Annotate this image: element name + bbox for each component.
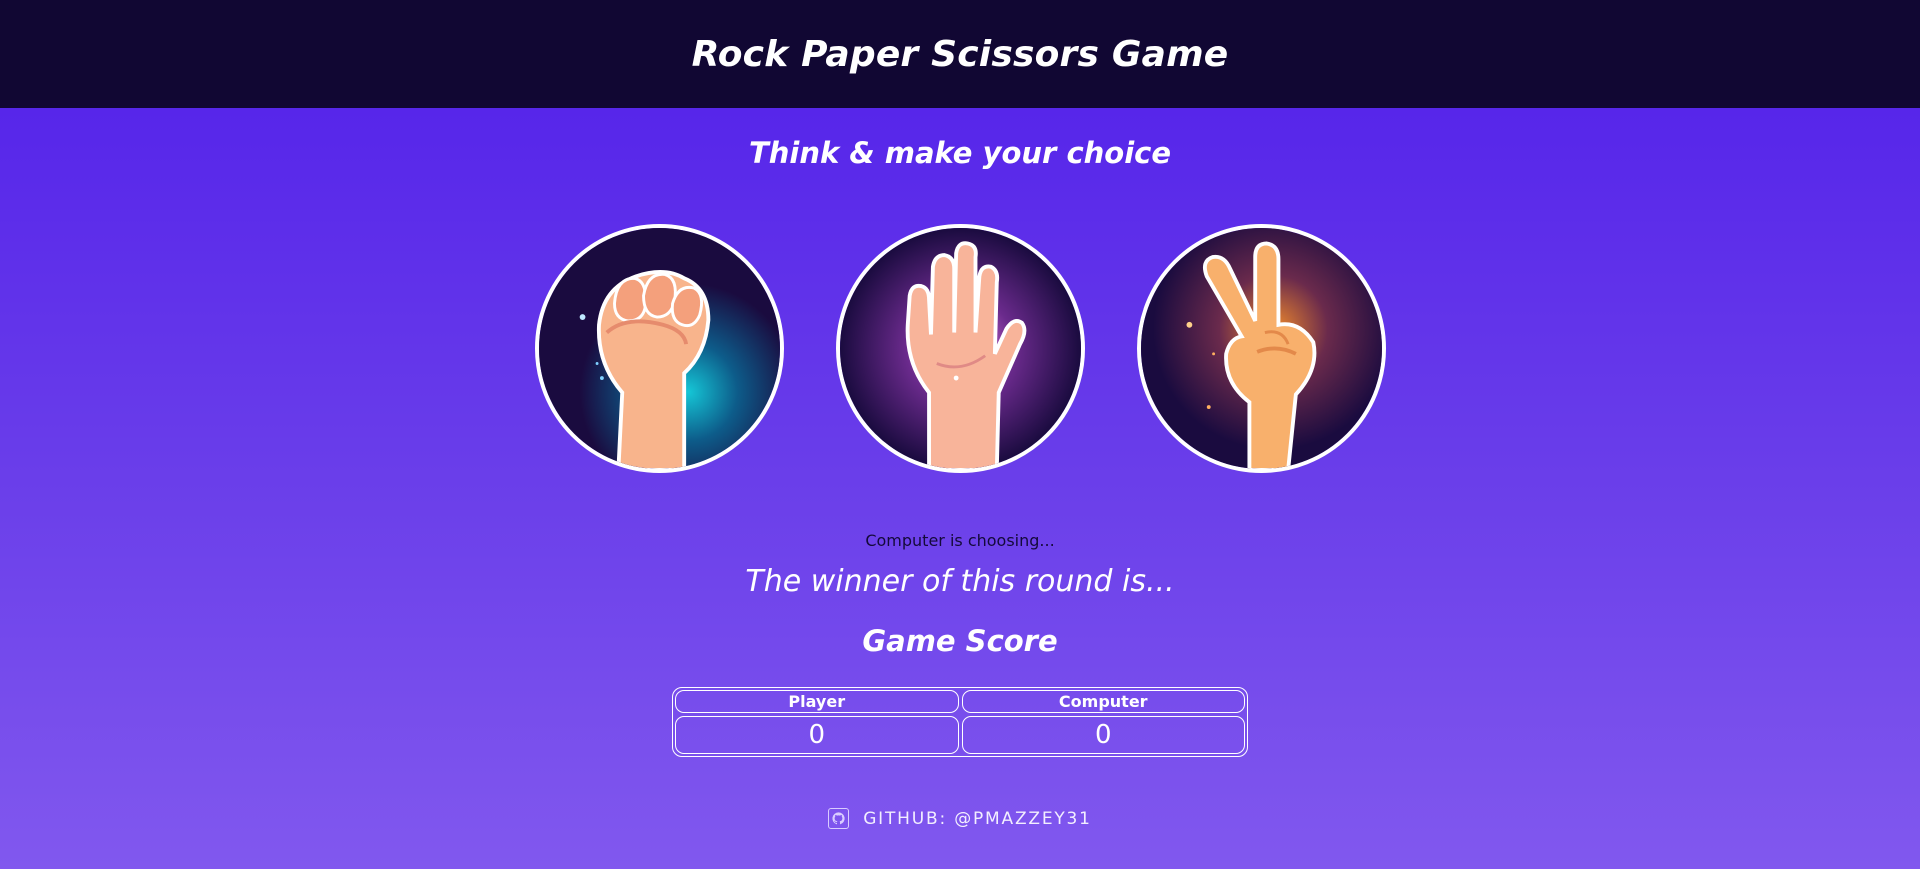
- github-link[interactable]: GITHUB: @PMAZZEY31: [863, 809, 1092, 829]
- rock-choice-button[interactable]: [534, 224, 784, 473]
- peace-sign-icon: [1140, 228, 1382, 469]
- page-title: Rock Paper Scissors Game: [691, 33, 1229, 75]
- player-header: Player: [675, 690, 959, 713]
- round-winner-text: The winner of this round is...: [745, 564, 1175, 599]
- paper-choice-button[interactable]: [835, 224, 1085, 473]
- computer-header: Computer: [961, 690, 1245, 713]
- score-title: Game Score: [862, 624, 1058, 658]
- github-icon[interactable]: [828, 808, 850, 829]
- score-table: Player Computer 0 0: [672, 687, 1248, 757]
- status-text: Computer is choosing...: [865, 531, 1055, 550]
- choice-group: [0, 224, 1920, 473]
- computer-score: 0: [961, 716, 1245, 754]
- scissors-choice-button[interactable]: [1136, 224, 1386, 473]
- choice-prompt: Think & make your choice: [748, 136, 1171, 170]
- footer: GITHUB: @PMAZZEY31: [0, 808, 1920, 829]
- open-hand-icon: [839, 228, 1081, 469]
- app-header: Rock Paper Scissors Game: [0, 0, 1920, 108]
- player-score: 0: [675, 716, 959, 754]
- fist-icon: [538, 228, 780, 469]
